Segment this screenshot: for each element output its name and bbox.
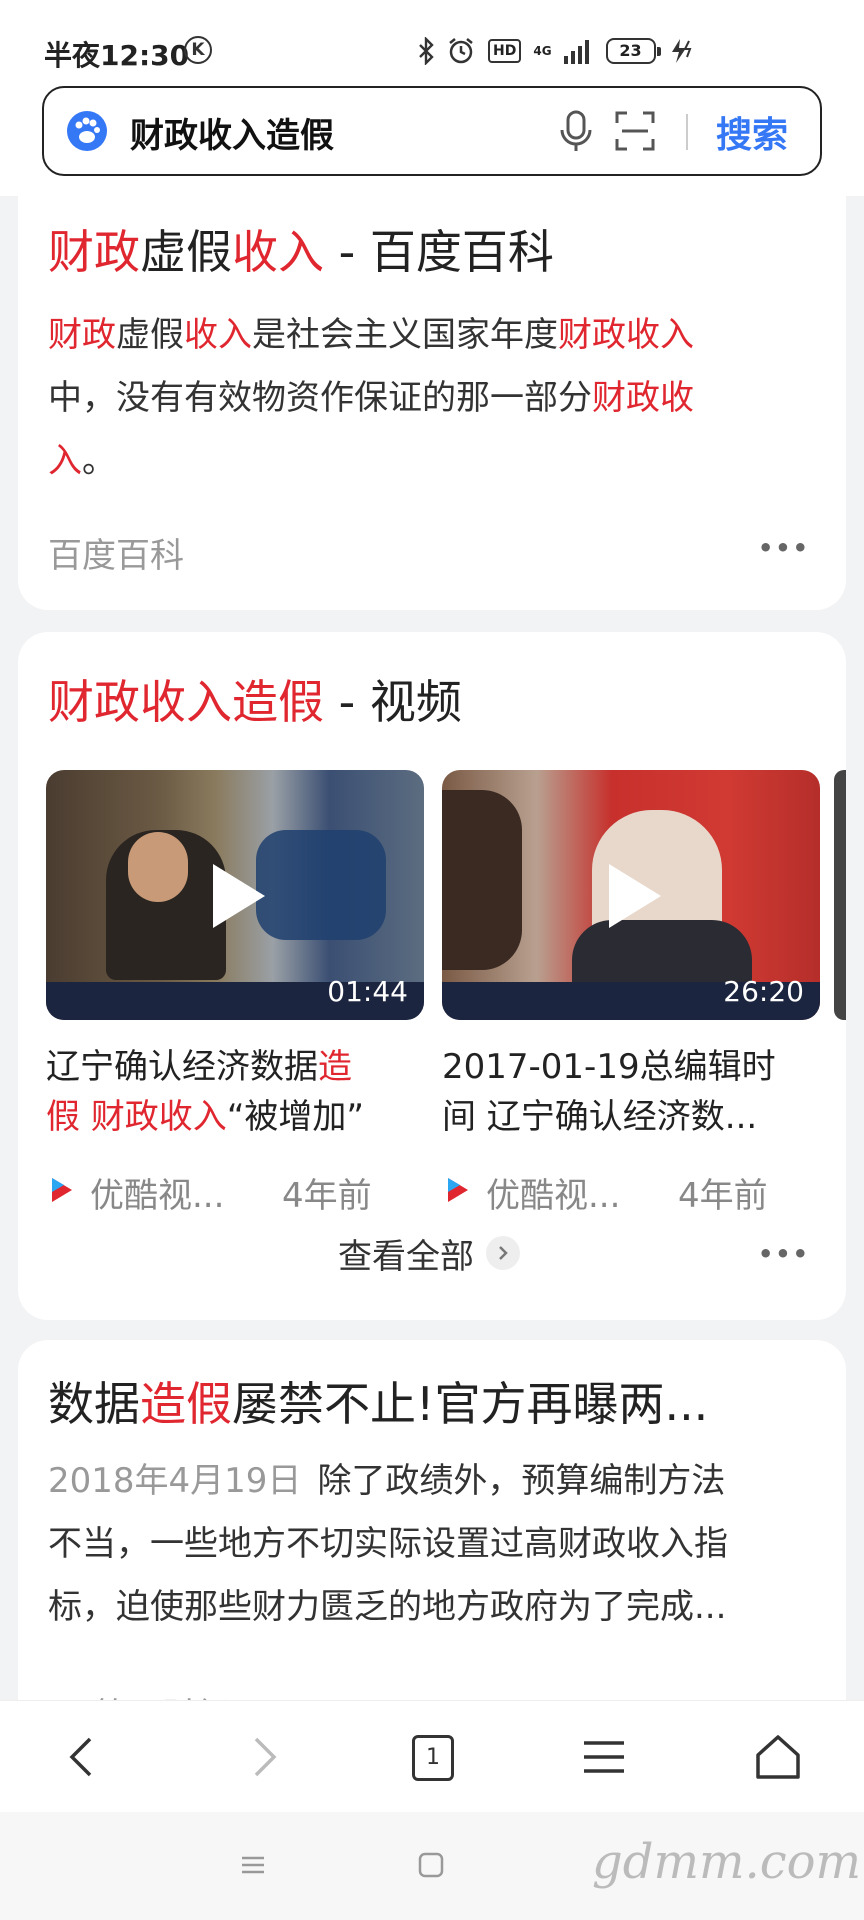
status-bar: 半夜12:30 K HD 4G 23 (0, 0, 864, 88)
network-type: 4G (533, 44, 552, 58)
youku-logo-icon (52, 1178, 72, 1202)
scan-icon[interactable] (614, 110, 656, 152)
snippet-line: 中，没有有效物资作保证的那一部分财政收 (48, 378, 694, 418)
status-icons: HD 4G 23 (418, 34, 694, 68)
result-title[interactable]: 数据造假屡禁不止!官方再曝两... (48, 1368, 708, 1434)
video-source: 优酷视... (486, 1176, 621, 1216)
workers-figure (256, 830, 386, 940)
menu-icon[interactable] (574, 1727, 634, 1787)
signal-icon (563, 40, 589, 64)
status-time: 半夜12:30 (44, 39, 190, 72)
search-divider (686, 114, 688, 150)
k-badge-icon: K (184, 36, 212, 64)
search-input[interactable]: 财政收入造假 (130, 108, 334, 157)
result-date: 2018年4月19日 (48, 1461, 302, 1501)
video-duration: 01:44 (327, 975, 408, 1008)
search-box[interactable]: 财政收入造假 搜索 (42, 86, 822, 176)
video-title[interactable]: 辽宁确认经济数据造 假 财政收入“被增加” (46, 1042, 424, 1142)
more-options-icon[interactable]: ••• (758, 534, 810, 562)
video-thumbnail[interactable]: 01:44 (46, 770, 424, 1020)
result-title[interactable]: 财政虚假收入 - 百度百科 (48, 216, 554, 282)
video-item[interactable]: 01:44 辽宁确认经济数据造 假 财政收入“被增加” 优酷视... 4年前 (46, 770, 424, 1216)
tabs-icon: 1 (412, 1735, 454, 1781)
video-source: 优酷视... (90, 1176, 225, 1216)
tabs-button[interactable]: 1 (402, 1727, 462, 1787)
video-section-title[interactable]: 财政收入造假 - 视频 (48, 666, 462, 732)
microphone-icon[interactable] (554, 108, 598, 154)
watermark: gdmm.com (592, 1834, 862, 1890)
result-card-baike[interactable]: 财政虚假收入 - 百度百科 财政虚假收入是社会主义国家年度财政收入 中，没有有效… (18, 190, 846, 610)
result-snippet: 财政虚假收入是社会主义国家年度财政收入 中，没有有效物资作保证的那一部分财政收 … (48, 304, 818, 493)
search-header: 财政收入造假 搜索 (0, 80, 864, 196)
result-snippet: 2018年4月19日 除了政绩外，预算编制方法 不当，一些地方不切实际设置过高财政… (48, 1461, 728, 1627)
view-all-link[interactable]: 查看全部 (338, 1228, 520, 1278)
paw-logo-icon (67, 111, 107, 151)
more-options-icon[interactable]: ••• (758, 1240, 810, 1268)
bluetooth-icon (419, 37, 434, 65)
search-button[interactable]: 搜索 (716, 106, 788, 158)
video-duration: 26:20 (723, 975, 804, 1008)
play-icon[interactable] (609, 864, 661, 928)
presenter-face (128, 832, 188, 902)
video-time: 4年前 (678, 1176, 768, 1216)
bottom-nav: 1 (0, 1700, 864, 1813)
system-nav-bar: gdmm.com (0, 1812, 864, 1920)
play-icon[interactable] (213, 864, 265, 928)
video-thumbnail[interactable]: 26:20 (442, 770, 820, 1020)
result-card-news[interactable]: 数据造假屡禁不止!官方再曝两... 2018年4月19日 除了政绩外，预算编制方法… (18, 1340, 846, 1720)
alarm-icon (449, 38, 473, 64)
youku-logo-icon (448, 1178, 468, 1202)
result-card-videos: 财政收入造假 - 视频 01:44 辽宁确认经济数据造 假 财政收入“被增加” … (18, 632, 846, 1320)
battery-icon: 23 (605, 38, 661, 64)
home-icon[interactable] (748, 1727, 808, 1787)
result-source: 百度百科 (48, 536, 184, 576)
bystander-figure (442, 790, 522, 970)
system-menu-icon[interactable] (238, 1850, 268, 1880)
video-title[interactable]: 2017-01-19总编辑时 间 辽宁确认经济数... (442, 1042, 820, 1142)
system-home-icon[interactable] (416, 1850, 446, 1880)
chevron-right-icon (486, 1236, 520, 1270)
video-item[interactable]: 26:20 2017-01-19总编辑时 间 辽宁确认经济数... 优酷视...… (442, 770, 820, 1216)
snippet-line: 财政虚假收入是社会主义国家年度财政收入 (48, 315, 694, 355)
charging-icon (671, 39, 691, 63)
back-icon[interactable] (54, 1727, 114, 1787)
forward-icon[interactable] (232, 1727, 292, 1787)
hd-icon: HD (488, 39, 522, 63)
video-time: 4年前 (282, 1176, 372, 1216)
snippet-line: 入。 (48, 441, 116, 481)
video-item-partial[interactable] (834, 770, 846, 1020)
